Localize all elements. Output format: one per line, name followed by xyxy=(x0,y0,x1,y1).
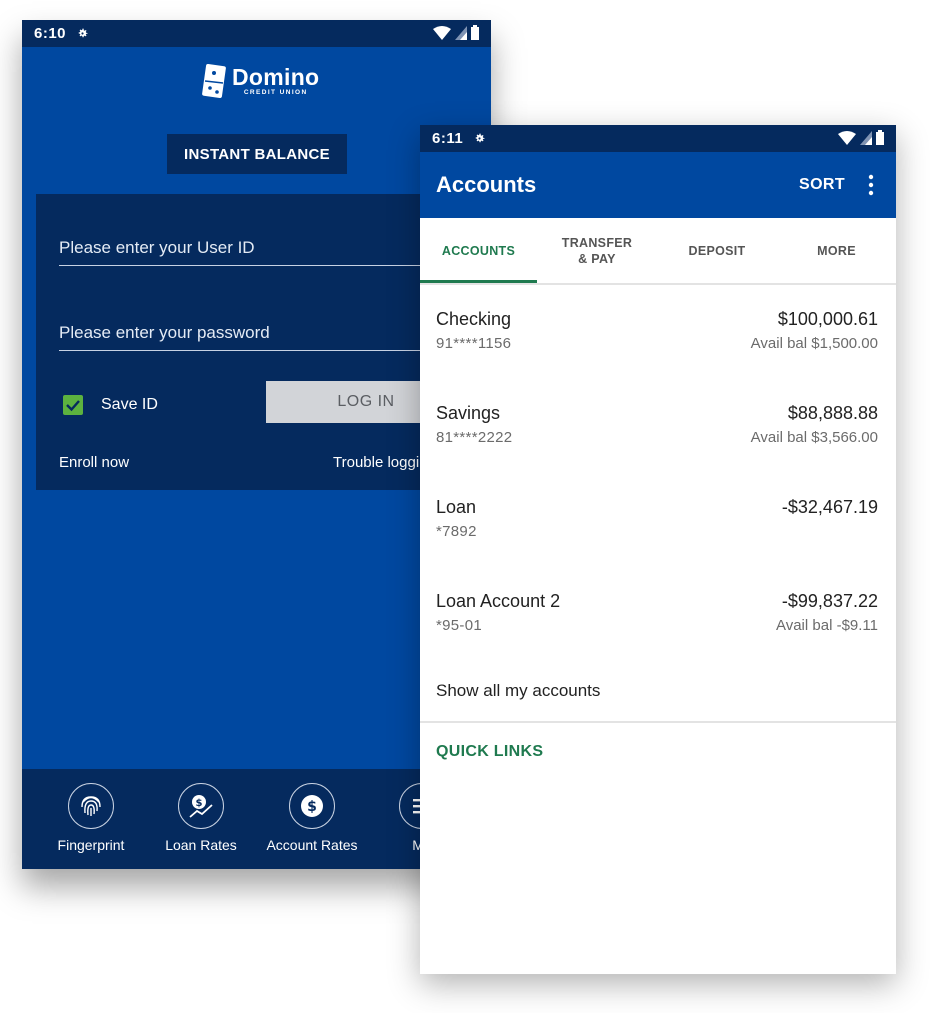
nav-label: Loan Rates xyxy=(165,837,237,853)
account-number: *95-01 xyxy=(436,617,483,634)
account-name: Checking xyxy=(436,309,512,329)
account-number: 81****2222 xyxy=(436,429,513,446)
account-balance: $100,000.61 xyxy=(777,309,878,329)
account-row-checking[interactable]: Checking 91****1156 $100,000.61 Avail ba… xyxy=(420,309,896,403)
status-bar: 6:11 xyxy=(420,125,896,152)
trouble-logging-in-link[interactable]: Trouble loggi xyxy=(333,454,419,471)
account-balance: $88,888.88 xyxy=(787,403,878,423)
show-all-accounts-link[interactable]: Show all my accounts xyxy=(436,681,600,701)
dollar-icon: $ xyxy=(289,783,335,829)
available-balance: Avail bal -$9.11 xyxy=(775,617,878,634)
account-name: Savings xyxy=(436,403,501,423)
battery-icon xyxy=(471,25,479,40)
svg-text:$: $ xyxy=(196,798,203,809)
nav-label: Fingerprint xyxy=(57,837,125,853)
signal-icon xyxy=(455,25,467,40)
settings-gear-icon xyxy=(475,133,485,143)
app-bar: Accounts SORT xyxy=(420,152,896,218)
account-balance: -$32,467.19 xyxy=(781,497,878,517)
account-row-savings[interactable]: Savings 81****2222 $88,888.88 Avail bal … xyxy=(420,403,896,497)
account-name: Loan xyxy=(436,497,477,517)
quick-links-heading: QUICK LINKS xyxy=(436,743,544,760)
nav-fingerprint[interactable]: Fingerprint xyxy=(36,783,146,853)
save-id-label: Save ID xyxy=(101,396,158,413)
account-row-loan-account-2[interactable]: Loan Account 2 *95-01 -$99,837.22 Avail … xyxy=(420,591,896,685)
nav-label: Account Rates xyxy=(266,837,358,853)
domino-icon xyxy=(202,64,226,98)
wifi-icon xyxy=(838,130,856,145)
account-number: *7892 xyxy=(436,523,477,540)
signal-icon xyxy=(860,130,872,145)
logo-subtitle: CREDIT UNION xyxy=(243,88,308,96)
accounts-screen: 6:11 Accounts SORT ACCOUNTS TRANSFER & P… xyxy=(420,125,896,974)
nav-loan-rates[interactable]: $ Loan Rates xyxy=(146,783,256,853)
save-id-checkbox[interactable] xyxy=(63,395,83,415)
divider xyxy=(420,721,896,723)
loan-rates-icon: $ xyxy=(178,783,224,829)
status-time: 6:10 xyxy=(34,25,67,42)
battery-icon xyxy=(876,130,884,145)
domino-logo: Domino CREDIT UNION xyxy=(202,64,319,98)
fingerprint-icon xyxy=(68,783,114,829)
available-balance: Avail bal $1,500.00 xyxy=(750,335,878,352)
status-icons xyxy=(838,130,884,145)
status-bar: 6:10 xyxy=(22,20,491,47)
tab-more[interactable]: MORE xyxy=(777,218,896,283)
account-number: 91****1156 xyxy=(436,335,512,352)
settings-gear-icon xyxy=(78,28,88,38)
available-balance: Avail bal $3,566.00 xyxy=(750,429,878,446)
tab-bar: ACCOUNTS TRANSFER & PAY DEPOSIT MORE xyxy=(420,218,896,285)
more-vert-icon[interactable] xyxy=(866,174,876,196)
account-name: Loan Account 2 xyxy=(436,591,561,611)
tab-accounts[interactable]: ACCOUNTS xyxy=(420,218,537,283)
instant-balance-button[interactable]: INSTANT BALANCE xyxy=(167,134,347,174)
logo-name: Domino xyxy=(232,63,320,90)
svg-text:$: $ xyxy=(307,799,317,815)
account-row-loan[interactable]: Loan *7892 -$32,467.19 xyxy=(420,497,896,591)
password-field[interactable]: Please enter your password xyxy=(59,316,479,351)
tab-transfer-pay[interactable]: TRANSFER & PAY xyxy=(537,218,657,283)
user-id-field[interactable]: Please enter your User ID xyxy=(59,231,479,266)
status-time: 6:11 xyxy=(432,130,464,147)
active-tab-indicator xyxy=(420,280,537,283)
wifi-icon xyxy=(433,25,451,40)
checkmark-icon xyxy=(66,400,80,412)
page-title: Accounts xyxy=(436,172,537,197)
account-balance: -$99,837.22 xyxy=(781,591,878,611)
enroll-now-link[interactable]: Enroll now xyxy=(59,454,129,471)
tab-deposit[interactable]: DEPOSIT xyxy=(657,218,777,283)
status-icons xyxy=(433,25,479,40)
sort-button[interactable]: SORT xyxy=(799,176,845,194)
nav-account-rates[interactable]: $ Account Rates xyxy=(257,783,367,853)
